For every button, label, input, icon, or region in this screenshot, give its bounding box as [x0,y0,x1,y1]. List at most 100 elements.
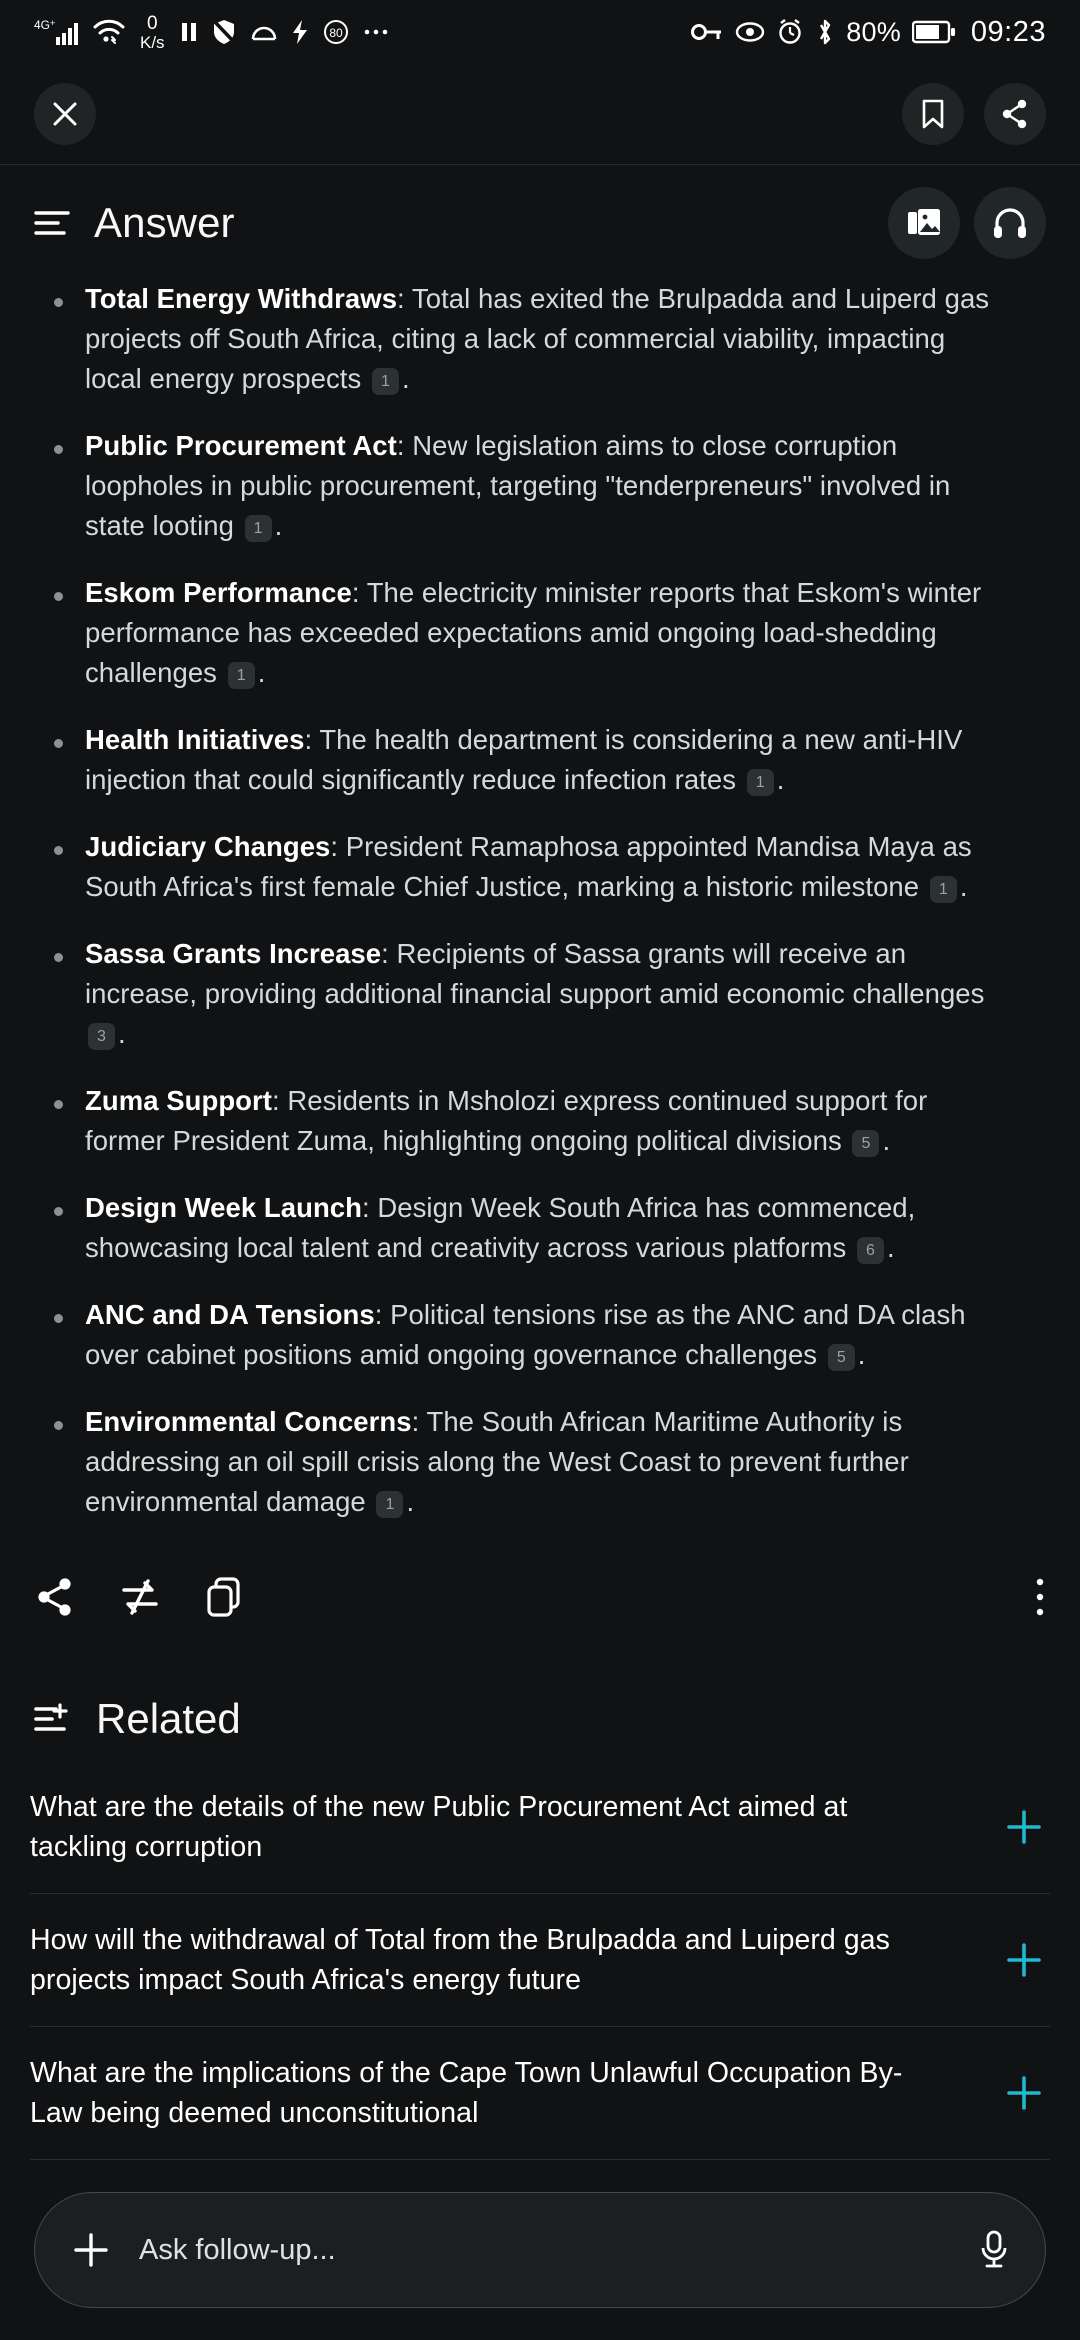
bullet-tail: . [257,657,266,688]
plus-icon [1004,1807,1044,1847]
copy-button[interactable] [204,1575,244,1619]
svg-text:4G: 4G [34,18,50,32]
bullet-tail: . [882,1125,891,1156]
bullet-tail: . [401,363,410,394]
ask-follow-up-container[interactable]: Ask follow-up... [34,2192,1046,2308]
bullet-tail: . [776,764,785,795]
related-question-text: What are the implications of the Cape To… [30,2057,903,2129]
citation-badge[interactable]: 5 [827,1344,855,1371]
status-bar: 4G + 0 K/s 80 80% 09:23 [0,0,1080,64]
related-title: Related [96,1695,241,1742]
bullet-tail: . [959,871,968,902]
alarm-icon [776,18,804,46]
citation-badge[interactable]: 1 [244,515,272,542]
svg-text:+: + [50,18,55,28]
images-button[interactable] [888,187,960,259]
related-question-item[interactable]: What are the details of the new Public P… [30,1761,1050,1893]
bullet-dot-icon [54,1207,63,1216]
citation-badge[interactable]: 1 [227,662,255,689]
list-plus-icon [34,1701,74,1737]
add-question-button[interactable] [998,2067,1050,2119]
app-bar-actions [902,83,1046,145]
more-dots-icon [363,27,391,37]
share-button[interactable] [984,83,1046,145]
bullet-dot-icon [54,298,63,307]
close-button[interactable] [34,83,96,145]
headphones-icon [992,206,1028,240]
citation-badge[interactable]: 5 [852,1130,880,1157]
bullet-content: Public Procurement Act: New legislation … [85,426,990,546]
plus-icon [1004,1940,1044,1980]
answer-header-actions [888,187,1046,259]
bullet-term: Sassa Grants Increase [85,938,382,969]
svg-text:80: 80 [329,26,343,40]
citation-badge[interactable]: 1 [376,1491,404,1518]
battery-percent-label: 80% [846,16,901,47]
bullet-content: Sassa Grants Increase: Recipients of Sas… [85,934,990,1054]
answer-action-bar [0,1549,1080,1629]
follow-up-bar: Ask follow-up... [0,2160,1080,2340]
list-item: Health Initiatives: The health departmen… [30,720,1050,800]
bullet-term: Eskom Performance [85,577,352,608]
bluetooth-icon [815,18,835,46]
citation-badge[interactable]: 6 [856,1237,884,1264]
related-header: Related [0,1629,1080,1761]
list-item: ANC and DA Tensions: Political tensions … [30,1295,1050,1375]
app-bar [0,64,1080,164]
answer-actions-left [34,1575,244,1619]
add-question-button[interactable] [998,1801,1050,1853]
bullet-dot-icon [54,445,63,454]
share-icon [1000,98,1030,130]
list-item: Sassa Grants Increase: Recipients of Sas… [30,934,1050,1054]
images-icon [906,206,942,240]
list-item: Zuma Support: Residents in Msholozi expr… [30,1081,1050,1161]
wifi-icon [93,18,125,46]
related-question-text: What are the details of the new Public P… [30,1791,848,1863]
signal-icon: 4G + [34,17,80,47]
search-input[interactable]: Ask follow-up... [139,2234,951,2267]
add-question-button[interactable] [998,1934,1050,1986]
share-button[interactable] [34,1575,76,1619]
bookmark-icon [920,98,946,130]
bullet-term: Design Week Launch [85,1192,362,1223]
related-question-item[interactable]: What are the implications of the Cape To… [30,2027,1050,2159]
bullet-content: ANC and DA Tensions: Political tensions … [85,1295,990,1375]
list-item: Public Procurement Act: New legislation … [30,426,1050,546]
bullet-dot-icon [54,1421,63,1430]
citation-badge[interactable]: 3 [88,1023,115,1050]
bullet-content: Environmental Concerns: The South Africa… [85,1402,990,1522]
citation-badge[interactable]: 1 [929,876,957,903]
key-icon [690,20,724,44]
bullet-content: Total Energy Withdraws: Total has exited… [85,279,990,399]
rewrite-button[interactable] [118,1575,162,1619]
bullet-term: Environmental Concerns [85,1406,412,1437]
citation-badge[interactable]: 1 [371,368,399,395]
microphone-icon [977,2228,1011,2272]
status-bar-right: 80% 09:23 [690,16,1046,49]
page-title: Answer [94,199,235,246]
bullet-term: Health Initiatives [85,724,305,755]
bullet-term: Judiciary Changes [85,831,331,862]
data-speed-unit: K/s [140,32,165,52]
voice-input-button[interactable] [977,2228,1011,2272]
share-icon [34,1575,76,1619]
more-options-button[interactable] [1034,1575,1046,1619]
citation-badge[interactable]: 1 [746,769,774,796]
clock-label: 09:23 [970,15,1046,48]
data-speed-value: 0 [146,12,158,34]
more-vertical-icon [1034,1575,1046,1619]
bullet-content: Eskom Performance: The electricity minis… [85,573,990,693]
attach-button[interactable] [69,2228,113,2272]
list-item: Total Energy Withdraws: Total has exited… [30,279,1050,399]
bookmark-button[interactable] [902,83,964,145]
related-question-item[interactable]: How will the withdrawal of Total from th… [30,1894,1050,2026]
bullet-tail: . [857,1339,866,1370]
list-item: Environmental Concerns: The South Africa… [30,1402,1050,1522]
battery-icon [911,19,956,45]
audio-button[interactable] [974,187,1046,259]
bullet-tail: . [406,1486,415,1517]
bullet-dot-icon [54,953,63,962]
bullet-content: Judiciary Changes: President Ramaphosa a… [85,827,990,907]
bullet-term: ANC and DA Tensions [85,1299,375,1330]
bullet-dot-icon [54,1314,63,1323]
